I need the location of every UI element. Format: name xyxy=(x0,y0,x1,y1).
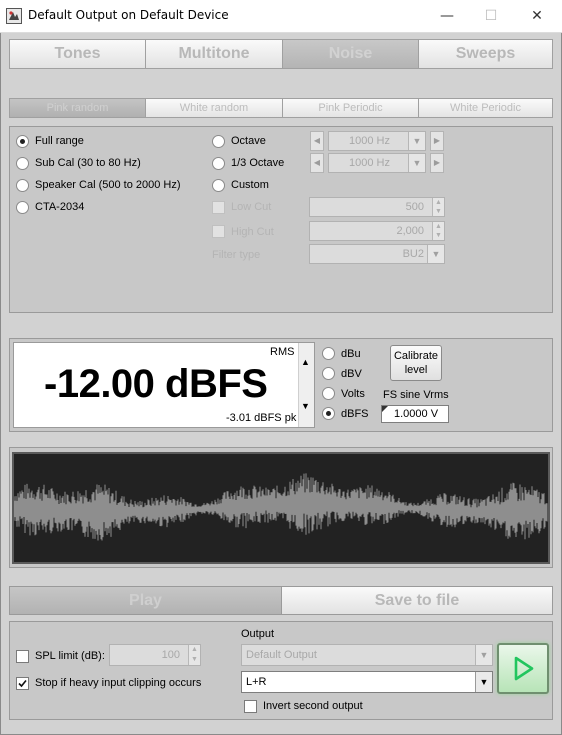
noise-waveform xyxy=(13,473,548,541)
full-range-label: Full range xyxy=(35,135,84,147)
chevron-down-icon: ▼ xyxy=(408,154,425,172)
radio-dbu[interactable] xyxy=(322,347,335,360)
spl-limit-spinner-icon[interactable]: ▲ ▼ xyxy=(188,645,200,665)
filter-type-label: Filter type xyxy=(212,249,261,261)
channel-value: L+R xyxy=(246,676,267,688)
octave-frequency-value: 1000 Hz xyxy=(349,135,390,147)
calibrate-level-button[interactable]: Calibrate level xyxy=(390,345,442,381)
peak-level: -3.01 dBFS pk xyxy=(226,412,297,424)
octave-prev-arrow-icon[interactable]: ◀ xyxy=(310,131,324,151)
radio-sub-cal[interactable] xyxy=(16,157,29,170)
level-up-icon[interactable]: ▲ xyxy=(301,357,310,367)
tab-noise[interactable]: Noise xyxy=(282,39,419,69)
invert-second-output-checkbox[interactable] xyxy=(244,700,257,713)
high-cut-field[interactable]: 2,000 xyxy=(309,221,445,241)
fs-sine-label: FS sine Vrms xyxy=(383,389,449,401)
radio-dbfs[interactable] xyxy=(322,407,335,420)
radio-octave[interactable] xyxy=(212,135,225,148)
dbv-label: dBV xyxy=(341,368,362,380)
third-octave-prev-arrow-icon[interactable]: ◀ xyxy=(310,153,324,173)
spl-limit-label: SPL limit (dB): xyxy=(35,650,105,662)
minimize-button[interactable]: — xyxy=(424,0,470,33)
radio-third-octave[interactable] xyxy=(212,157,225,170)
output-device-value: Default Output xyxy=(246,649,317,661)
third-octave-label: 1/3 Octave xyxy=(231,157,285,169)
octave-label: Octave xyxy=(231,135,266,147)
radio-custom[interactable] xyxy=(212,179,225,192)
third-octave-frequency-select[interactable]: 1000 Hz ▼ xyxy=(328,153,426,173)
noise-range-panel xyxy=(9,126,553,313)
radio-cta-2034[interactable] xyxy=(16,201,29,214)
radio-dbv[interactable] xyxy=(322,367,335,380)
low-cut-label: Low Cut xyxy=(231,201,272,213)
radio-volts[interactable] xyxy=(322,387,335,400)
channel-select[interactable]: L+R ▼ xyxy=(241,671,493,693)
high-cut-checkbox[interactable] xyxy=(212,225,225,238)
sub-cal-label: Sub Cal (30 to 80 Hz) xyxy=(35,157,141,169)
tab-pink-random[interactable]: Pink random xyxy=(9,98,146,118)
radio-speaker-cal[interactable] xyxy=(16,179,29,192)
dbfs-label: dBFS xyxy=(341,408,369,420)
low-cut-spinner-icon[interactable]: ▲ ▼ xyxy=(432,198,444,216)
play-tab-button[interactable]: Play xyxy=(9,586,282,615)
stop-on-clipping-label: Stop if heavy input clipping occurs xyxy=(35,677,202,689)
low-cut-checkbox[interactable] xyxy=(212,201,225,214)
tab-sweeps[interactable]: Sweeps xyxy=(418,39,553,69)
level-spinner[interactable]: ▲ ▼ xyxy=(298,343,314,427)
rms-label: RMS xyxy=(270,346,295,358)
waveform-display xyxy=(12,452,550,564)
tab-pink-periodic[interactable]: Pink Periodic xyxy=(282,98,419,118)
play-button[interactable] xyxy=(497,643,549,694)
level-down-icon[interactable]: ▼ xyxy=(301,401,310,411)
maximize-button[interactable]: ☐ xyxy=(468,0,514,33)
fs-sine-field[interactable]: 1.0000 V xyxy=(381,405,449,423)
third-octave-next-arrow-icon[interactable]: ▶ xyxy=(430,153,444,173)
level-value: -12.00 dBFS xyxy=(44,362,268,406)
edit-marker-icon xyxy=(382,406,388,412)
spl-limit-value: 100 xyxy=(161,649,180,661)
checkmark-icon xyxy=(18,679,27,688)
chevron-down-icon: ▼ xyxy=(475,672,492,692)
radio-full-range[interactable] xyxy=(16,135,29,148)
save-to-file-button[interactable]: Save to file xyxy=(281,586,553,615)
filter-type-value: BU2 xyxy=(402,248,424,260)
title-bar: Default Output on Default Device — ☐ ✕ xyxy=(0,0,562,33)
low-cut-field[interactable]: 500 xyxy=(309,197,445,217)
window-title: Default Output on Default Device xyxy=(28,8,229,22)
filter-type-select[interactable]: BU2 ▼ xyxy=(309,244,445,264)
tab-multitone[interactable]: Multitone xyxy=(145,39,283,69)
tab-white-periodic[interactable]: White Periodic xyxy=(418,98,553,118)
dbu-label: dBu xyxy=(341,348,361,360)
tab-white-random[interactable]: White random xyxy=(145,98,283,118)
invert-second-output-label: Invert second output xyxy=(263,700,363,712)
custom-label: Custom xyxy=(231,179,269,191)
chevron-down-icon: ▼ xyxy=(475,645,492,665)
octave-next-arrow-icon[interactable]: ▶ xyxy=(430,131,444,151)
low-cut-value: 500 xyxy=(405,201,424,213)
speaker-cal-label: Speaker Cal (500 to 2000 Hz) xyxy=(35,179,181,191)
waveform-trace xyxy=(13,473,548,541)
high-cut-label: High Cut xyxy=(231,226,274,238)
play-triangle-icon xyxy=(514,656,534,681)
cta-2034-label: CTA-2034 xyxy=(35,201,85,213)
spl-limit-checkbox[interactable] xyxy=(16,650,29,663)
stop-on-clipping-checkbox[interactable] xyxy=(16,677,29,690)
high-cut-value: 2,000 xyxy=(396,225,424,237)
app-icon xyxy=(6,8,22,24)
high-cut-spinner-icon[interactable]: ▲ ▼ xyxy=(432,222,444,240)
third-octave-frequency-value: 1000 Hz xyxy=(349,157,390,169)
chevron-down-icon: ▼ xyxy=(408,132,425,150)
output-device-select[interactable]: Default Output ▼ xyxy=(241,644,493,666)
tab-tones[interactable]: Tones xyxy=(9,39,146,69)
close-button[interactable]: ✕ xyxy=(514,0,560,33)
volts-label: Volts xyxy=(341,388,365,400)
fs-sine-value: 1.0000 V xyxy=(394,408,439,420)
octave-frequency-select[interactable]: 1000 Hz ▼ xyxy=(328,131,426,151)
chevron-down-icon: ▼ xyxy=(427,245,444,263)
output-label: Output xyxy=(241,628,275,640)
